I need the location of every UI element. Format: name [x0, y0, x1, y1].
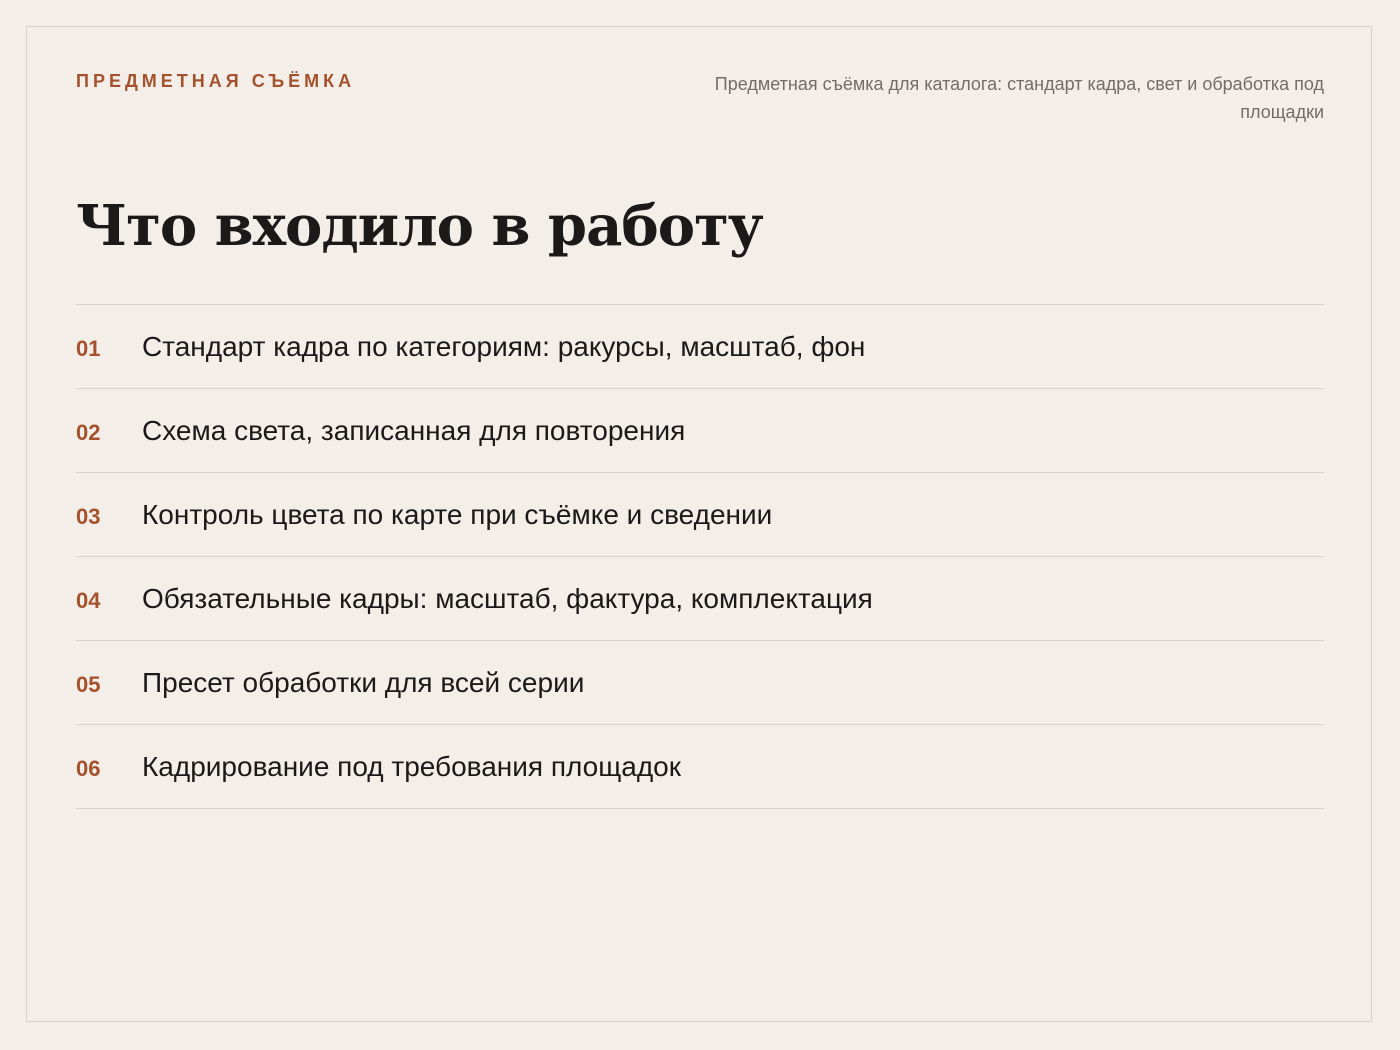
- item-text: Стандарт кадра по категориям: ракурсы, м…: [142, 331, 866, 362]
- item-number: 03: [76, 504, 101, 529]
- item-text: Пресет обработки для всей серии: [142, 667, 585, 698]
- item-text: Схема света, записанная для повторения: [142, 415, 686, 446]
- eyebrow-label: ПРЕДМЕТНАЯ СЪЁМКА: [76, 71, 356, 91]
- item-text: Контроль цвета по карте при съёмке и све…: [142, 499, 773, 530]
- list-item: 05 Пресет обработки для всей серии: [76, 641, 1324, 725]
- item-number: 04: [76, 588, 101, 613]
- item-number: 01: [76, 336, 101, 361]
- page-title: Что входило в работу: [76, 193, 764, 259]
- list-item: 02 Схема света, записанная для повторени…: [76, 389, 1324, 473]
- work-list: 01 Стандарт кадра по категориям: ракурсы…: [76, 304, 1324, 809]
- header-subtitle: Предметная съёмка для каталога: стандарт…: [714, 74, 1324, 122]
- item-number: 05: [76, 672, 101, 697]
- item-text: Обязательные кадры: масштаб, фактура, ко…: [142, 583, 873, 614]
- list-item: 06 Кадрирование под требования площадок: [76, 725, 1324, 809]
- item-number: 06: [76, 756, 101, 781]
- list-item: 04 Обязательные кадры: масштаб, фактура,…: [76, 557, 1324, 641]
- list-item: 01 Стандарт кадра по категориям: ракурсы…: [76, 305, 1324, 389]
- item-text: Кадрирование под требования площадок: [142, 751, 681, 782]
- list-item: 03 Контроль цвета по карте при съёмке и …: [76, 473, 1324, 557]
- item-number: 02: [76, 420, 101, 445]
